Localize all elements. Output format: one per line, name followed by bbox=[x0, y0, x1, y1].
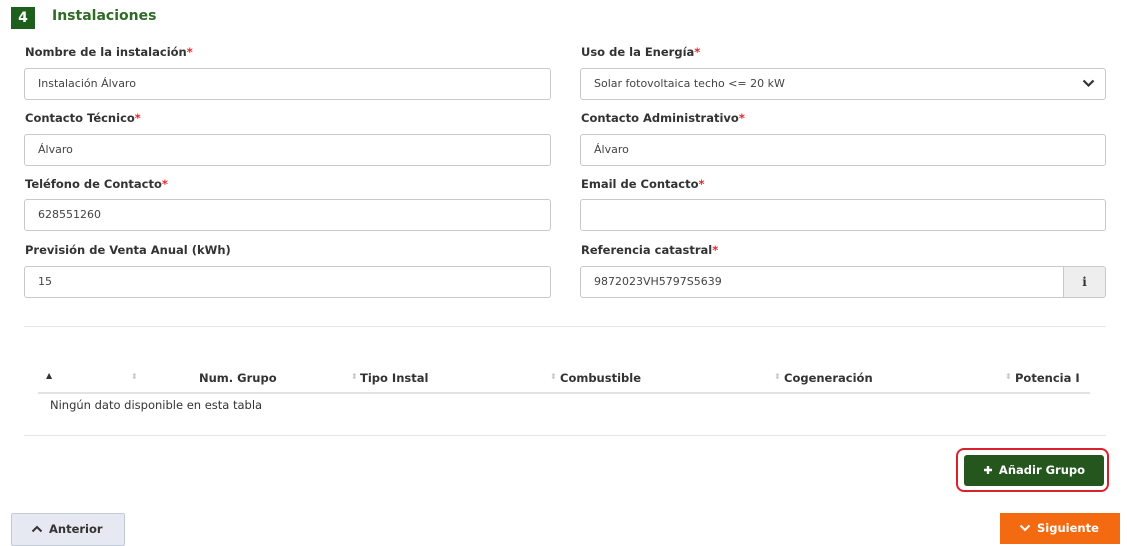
sort-icon[interactable]: ⬍ bbox=[351, 372, 358, 381]
required-marker: * bbox=[738, 111, 745, 125]
column-header-num-grupo[interactable]: Num. Grupo bbox=[199, 371, 277, 385]
column-header-potencia[interactable]: Potencia I bbox=[1015, 371, 1080, 385]
required-marker: * bbox=[698, 177, 705, 191]
contact-email-label: Email de Contacto* bbox=[581, 177, 705, 191]
sort-icon[interactable]: ⬍ bbox=[550, 372, 557, 381]
required-marker: * bbox=[186, 45, 193, 59]
sort-icon[interactable]: ⬍ bbox=[131, 372, 138, 381]
previous-label: Anterior bbox=[49, 522, 103, 536]
technical-contact-input[interactable]: Álvaro bbox=[24, 134, 551, 166]
divider bbox=[24, 435, 1106, 436]
contact-email-input[interactable] bbox=[580, 199, 1106, 231]
next-label: Siguiente bbox=[1037, 521, 1099, 535]
installation-name-label: Nombre de la instalación* bbox=[25, 45, 193, 59]
section-number-badge: 4 bbox=[11, 7, 35, 29]
previous-button[interactable]: Anterior bbox=[11, 513, 125, 546]
annual-sales-forecast-label: Previsión de Venta Anual (kWh) bbox=[25, 243, 231, 257]
column-header-combustible[interactable]: Combustible bbox=[560, 371, 641, 385]
column-header-tipo-instal[interactable]: Tipo Instal bbox=[360, 371, 428, 385]
chevron-down-icon bbox=[1082, 79, 1095, 88]
table-empty-message: Ningún dato disponible en esta tabla bbox=[50, 398, 263, 412]
energy-use-label: Uso de la Energía* bbox=[581, 45, 701, 59]
add-group-button[interactable]: Añadir Grupo bbox=[964, 455, 1104, 486]
required-marker: * bbox=[694, 45, 701, 59]
sort-icon[interactable]: ⬍ bbox=[1005, 372, 1012, 381]
required-marker: * bbox=[712, 243, 719, 257]
sort-asc-icon[interactable]: ▲ bbox=[46, 371, 52, 380]
next-button[interactable]: Siguiente bbox=[1000, 513, 1120, 544]
column-header-cogeneracion[interactable]: Cogeneración bbox=[784, 371, 873, 385]
cadastral-reference-label: Referencia catastral* bbox=[581, 243, 719, 257]
chevron-up-icon bbox=[31, 525, 43, 533]
installation-name-input[interactable]: Instalación Álvaro bbox=[24, 68, 551, 100]
chevron-down-icon bbox=[1019, 524, 1031, 532]
section-title: Instalaciones bbox=[52, 8, 157, 24]
sort-icon[interactable]: ⬍ bbox=[774, 372, 781, 381]
administrative-contact-input[interactable]: Álvaro bbox=[580, 134, 1106, 166]
annual-sales-forecast-input[interactable]: 15 bbox=[24, 266, 551, 298]
contact-phone-label: Teléfono de Contacto* bbox=[25, 177, 168, 191]
technical-contact-label: Contacto Técnico* bbox=[25, 111, 141, 125]
groups-table-header: ▲ ⬍ Num. Grupo ⬍ Tipo Instal ⬍ Combustib… bbox=[38, 366, 1090, 394]
plus-icon bbox=[983, 466, 992, 474]
divider bbox=[24, 326, 1106, 327]
energy-use-select[interactable]: Solar fotovoltaica techo <= 20 kW bbox=[580, 68, 1106, 100]
cadastral-reference-input[interactable]: 9872023VH5797S5639 bbox=[580, 266, 1064, 298]
contact-phone-input[interactable]: 628551260 bbox=[24, 199, 551, 231]
required-marker: * bbox=[134, 111, 141, 125]
info-icon[interactable]: i bbox=[1063, 266, 1106, 298]
add-group-label: Añadir Grupo bbox=[998, 463, 1086, 477]
administrative-contact-label: Contacto Administrativo* bbox=[581, 111, 745, 125]
required-marker: * bbox=[161, 177, 168, 191]
energy-use-selected-value: Solar fotovoltaica techo <= 20 kW bbox=[594, 77, 785, 90]
